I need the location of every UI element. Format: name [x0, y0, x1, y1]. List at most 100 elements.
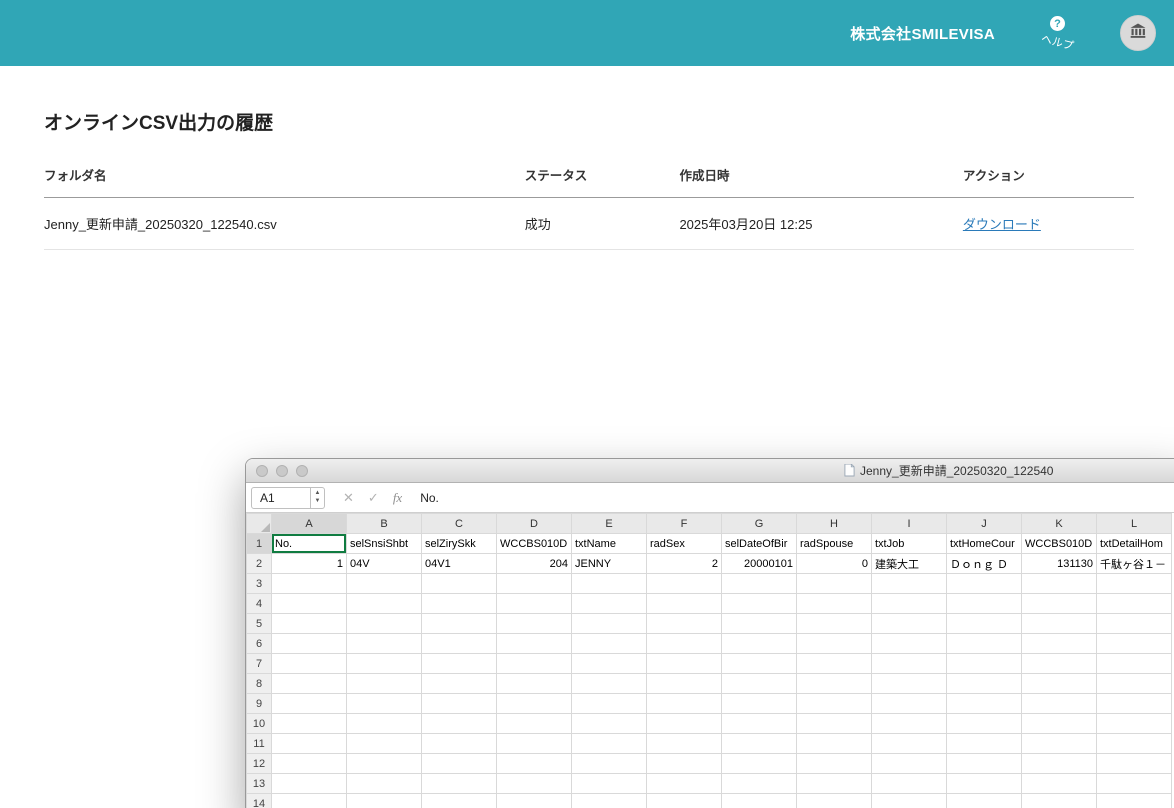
cell-G13[interactable]: [721, 773, 797, 794]
cell-H7[interactable]: [796, 653, 872, 674]
row-header-5[interactable]: 5: [246, 613, 272, 634]
cell-J2[interactable]: Ｄｏｎｇ Ｄ: [946, 553, 1022, 574]
cell-J11[interactable]: [946, 733, 1022, 754]
cell-A8[interactable]: [271, 673, 347, 694]
cell-D11[interactable]: [496, 733, 572, 754]
column-header-B[interactable]: B: [346, 513, 422, 534]
cell-F3[interactable]: [646, 573, 722, 594]
cell-I11[interactable]: [871, 733, 947, 754]
cell-C7[interactable]: [421, 653, 497, 674]
cell-F10[interactable]: [646, 713, 722, 734]
cell-L13[interactable]: [1096, 773, 1172, 794]
column-header-F[interactable]: F: [646, 513, 722, 534]
cell-L14[interactable]: [1096, 793, 1172, 808]
cell-B4[interactable]: [346, 593, 422, 614]
cell-A6[interactable]: [271, 633, 347, 654]
cell-K14[interactable]: [1021, 793, 1097, 808]
row-header-10[interactable]: 10: [246, 713, 272, 734]
cell-A4[interactable]: [271, 593, 347, 614]
row-header-2[interactable]: 2: [246, 553, 272, 574]
cell-D6[interactable]: [496, 633, 572, 654]
select-all-corner[interactable]: [246, 513, 272, 534]
cell-H4[interactable]: [796, 593, 872, 614]
cell-I2[interactable]: 建築大工: [871, 553, 947, 574]
cell-H2[interactable]: 0: [796, 553, 872, 574]
cell-K4[interactable]: [1021, 593, 1097, 614]
cell-B3[interactable]: [346, 573, 422, 594]
cell-E1[interactable]: txtName: [571, 533, 647, 554]
cell-E8[interactable]: [571, 673, 647, 694]
cell-G8[interactable]: [721, 673, 797, 694]
cell-G6[interactable]: [721, 633, 797, 654]
cell-H14[interactable]: [796, 793, 872, 808]
cell-C11[interactable]: [421, 733, 497, 754]
cell-C2[interactable]: 04V1: [421, 553, 497, 574]
row-header-13[interactable]: 13: [246, 773, 272, 794]
cell-C9[interactable]: [421, 693, 497, 714]
column-header-J[interactable]: J: [946, 513, 1022, 534]
cell-G10[interactable]: [721, 713, 797, 734]
help-button[interactable]: ? ヘルプ: [1040, 16, 1075, 53]
column-header-H[interactable]: H: [796, 513, 872, 534]
cell-J9[interactable]: [946, 693, 1022, 714]
cell-J8[interactable]: [946, 673, 1022, 694]
cell-H13[interactable]: [796, 773, 872, 794]
cell-D2[interactable]: 204: [496, 553, 572, 574]
cell-J5[interactable]: [946, 613, 1022, 634]
cell-J4[interactable]: [946, 593, 1022, 614]
cell-G4[interactable]: [721, 593, 797, 614]
cell-F4[interactable]: [646, 593, 722, 614]
download-link[interactable]: ダウンロード: [963, 217, 1041, 232]
cell-A1[interactable]: No.: [271, 533, 347, 554]
cell-C10[interactable]: [421, 713, 497, 734]
cell-B12[interactable]: [346, 753, 422, 774]
cell-B10[interactable]: [346, 713, 422, 734]
cell-G14[interactable]: [721, 793, 797, 808]
cell-L8[interactable]: [1096, 673, 1172, 694]
cell-F5[interactable]: [646, 613, 722, 634]
cell-I1[interactable]: txtJob: [871, 533, 947, 554]
cell-G11[interactable]: [721, 733, 797, 754]
cell-A3[interactable]: [271, 573, 347, 594]
cell-K9[interactable]: [1021, 693, 1097, 714]
column-header-G[interactable]: G: [721, 513, 797, 534]
cell-H1[interactable]: radSpouse: [796, 533, 872, 554]
cell-D10[interactable]: [496, 713, 572, 734]
cancel-entry-icon[interactable]: ✕: [343, 490, 354, 506]
cell-E12[interactable]: [571, 753, 647, 774]
cell-L4[interactable]: [1096, 593, 1172, 614]
row-header-8[interactable]: 8: [246, 673, 272, 694]
cell-I12[interactable]: [871, 753, 947, 774]
formula-input[interactable]: No.: [420, 491, 439, 505]
cell-C4[interactable]: [421, 593, 497, 614]
cell-H11[interactable]: [796, 733, 872, 754]
cell-L2[interactable]: 千駄ヶ谷１－: [1096, 553, 1172, 574]
cell-B8[interactable]: [346, 673, 422, 694]
column-header-A[interactable]: A: [271, 513, 347, 534]
cell-J13[interactable]: [946, 773, 1022, 794]
cell-F11[interactable]: [646, 733, 722, 754]
row-header-7[interactable]: 7: [246, 653, 272, 674]
cell-K12[interactable]: [1021, 753, 1097, 774]
cell-F13[interactable]: [646, 773, 722, 794]
cell-A9[interactable]: [271, 693, 347, 714]
row-header-1[interactable]: 1: [246, 533, 272, 554]
column-header-I[interactable]: I: [871, 513, 947, 534]
zoom-window-button[interactable]: [296, 464, 308, 477]
cell-H10[interactable]: [796, 713, 872, 734]
cell-L3[interactable]: [1096, 573, 1172, 594]
cell-J12[interactable]: [946, 753, 1022, 774]
cell-F14[interactable]: [646, 793, 722, 808]
cell-L1[interactable]: txtDetailHom: [1096, 533, 1172, 554]
cell-I5[interactable]: [871, 613, 947, 634]
close-window-button[interactable]: [256, 464, 268, 477]
user-avatar[interactable]: [1120, 15, 1156, 51]
insert-function-icon[interactable]: fx: [393, 490, 402, 506]
cell-H9[interactable]: [796, 693, 872, 714]
row-header-11[interactable]: 11: [246, 733, 272, 754]
minimize-window-button[interactable]: [276, 464, 288, 477]
cell-G7[interactable]: [721, 653, 797, 674]
cell-K1[interactable]: WCCBS010D: [1021, 533, 1097, 554]
cell-G5[interactable]: [721, 613, 797, 634]
cell-name-box[interactable]: A1 ▲ ▼: [251, 486, 325, 509]
